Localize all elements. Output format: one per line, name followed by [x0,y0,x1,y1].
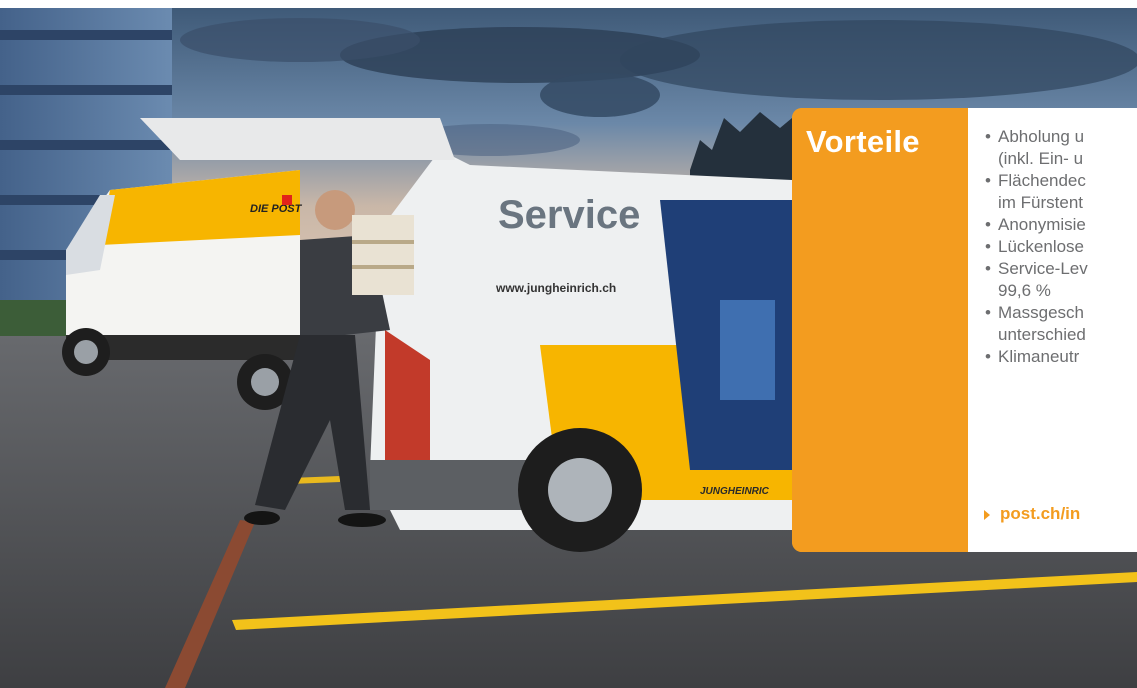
benefit-line: Klimaneutr [998,347,1080,366]
link-arrow-icon [984,509,990,520]
benefit-line: unterschied [998,325,1086,344]
bullet-icon: • [985,127,991,146]
bullet-icon: • [985,237,991,256]
benefit-line: Lückenlose [998,237,1085,256]
benefit-item: • Lückenlose [984,236,1137,258]
cloud [540,73,660,117]
service-text: Service [498,193,640,237]
benefit-line: Flächendec [998,171,1086,190]
parcels [352,215,414,295]
bullet-icon: • [985,347,991,366]
benefit-line: 99,6 % [998,281,1051,300]
benefit-line: Abholung u [998,127,1085,146]
benefit-item: • Abholung u (inkl. Ein- u [984,126,1137,170]
post-link-label[interactable]: post.ch/in [1000,504,1080,523]
service-url-text: www.jungheinrich.ch [495,281,616,295]
benefit-line: im Fürstent [998,193,1084,212]
benefit-line: Service-Lev [998,259,1088,278]
post-logo-text: DIE POST [250,203,303,215]
benefit-item: • Massgesch unterschied [984,302,1137,346]
benefit-item: • Service-Lev 99,6 % [984,258,1137,302]
benefit-item: • Flächendec im Fürstent [984,170,1137,214]
panel-title-column: Vorteile [792,108,968,552]
cloud [620,20,1137,100]
benefit-item: • Anonymisie [984,214,1137,236]
benefits-panel: Vorteile • Abholung u (inkl. Ein- u • Fläch… [792,108,1137,552]
bullet-icon: • [985,215,991,234]
brand-text: JUNGHEINRIC [700,486,770,497]
top-strip [0,0,1137,8]
post-link[interactable]: post.ch/in [984,504,1080,524]
open-tailgate [140,118,455,160]
cloud [180,18,420,62]
bullet-icon: • [985,303,991,322]
benefits-list: • Abholung u (inkl. Ein- u • Flächendec im F… [984,126,1137,368]
bullet-icon: • [985,259,991,278]
panel-title: Vorteile [806,124,920,159]
benefit-line: (inkl. Ein- u [998,149,1084,168]
bullet-icon: • [985,171,991,190]
benefit-item: • Klimaneutr [984,346,1137,368]
benefit-line: Massgesch [998,303,1084,322]
benefit-line: Anonymisie [998,215,1086,234]
